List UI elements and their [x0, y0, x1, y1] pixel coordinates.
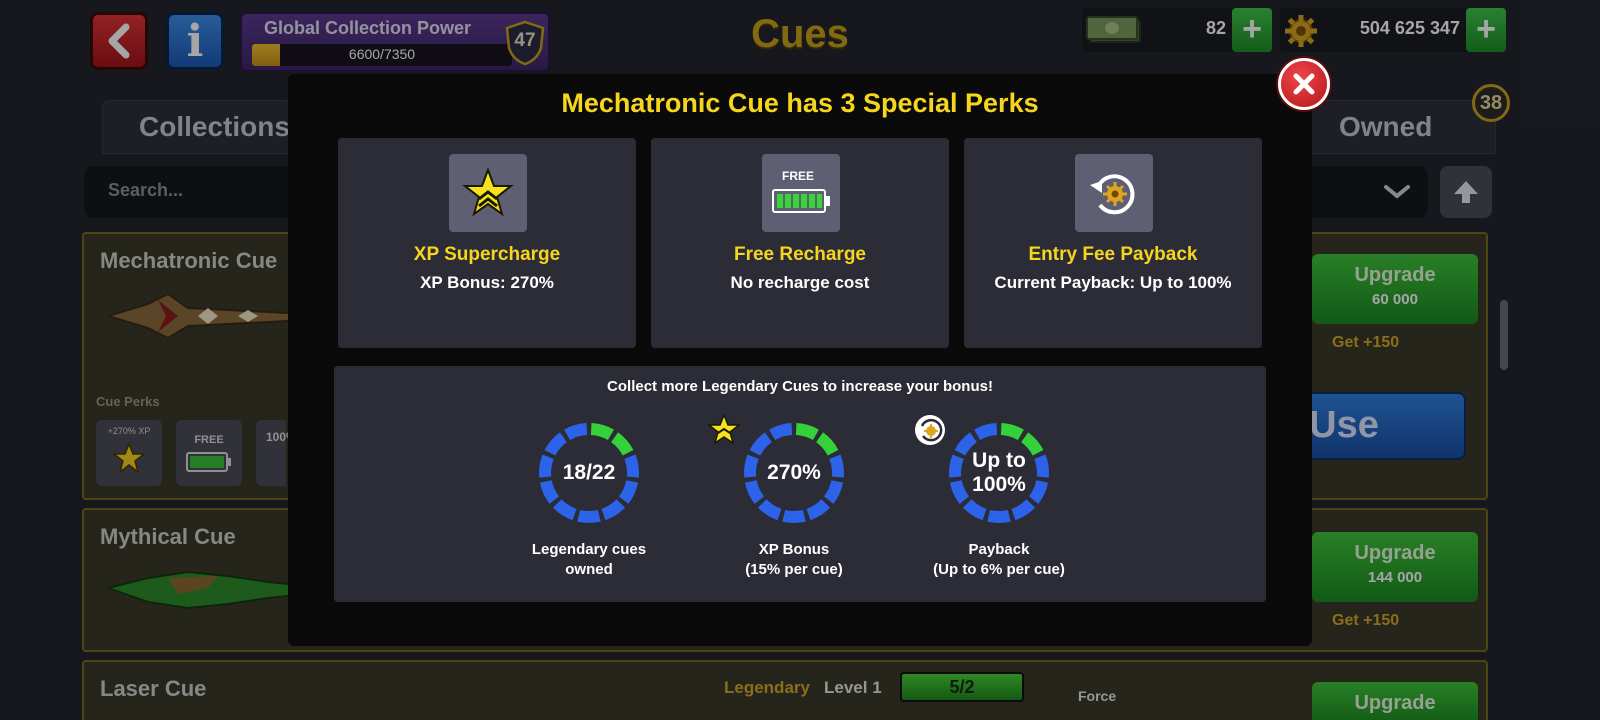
- bonus-stats-panel: Collect more Legendary Cues to increase …: [334, 366, 1266, 602]
- perk-name: Entry Fee Payback: [1028, 244, 1198, 265]
- payback-label-line1: Payback: [968, 541, 1030, 558]
- perks-modal: Mechatronic Cue has 3 Special Perks XP S…: [288, 74, 1312, 646]
- perk-card-xp-supercharge: XP Supercharge XP Bonus: 270%: [338, 138, 636, 348]
- ring-segment: [1000, 423, 1024, 441]
- ring-segment: [974, 423, 998, 441]
- perk-description: XP Bonus: 270%: [420, 273, 554, 292]
- ring-segment: [577, 509, 601, 523]
- ring-segment: [815, 432, 839, 456]
- stats-heading: Collect more Legendary Cues to increase …: [607, 378, 993, 395]
- perk-icon-box: FREE: [762, 154, 840, 232]
- ring-segment: [1011, 499, 1036, 521]
- ring-segment: [749, 432, 773, 456]
- free-label: FREE: [781, 169, 814, 183]
- ring-segment: [987, 509, 1011, 523]
- payback-label-line2: (Up to 6% per cue): [933, 561, 1065, 578]
- close-icon: [1293, 73, 1315, 95]
- payback-label: Payback (Up to 6% per cue): [899, 540, 1099, 580]
- legendary-owned-label-line2: owned: [565, 561, 613, 578]
- ring-segment: [795, 423, 819, 441]
- payback-value-line2: 100%: [972, 473, 1026, 496]
- perk-card-entry-fee-payback: Entry Fee Payback Current Payback: Up to…: [964, 138, 1262, 348]
- close-modal-button[interactable]: [1278, 58, 1330, 110]
- ring-segment: [806, 499, 831, 521]
- xp-bonus-label: XP Bonus (15% per cue): [694, 540, 894, 580]
- payback-icon: [915, 415, 945, 445]
- perk-description: No recharge cost: [730, 273, 870, 292]
- perk-description: Current Payback: Up to 100%: [994, 273, 1232, 292]
- ring-segment: [564, 423, 588, 441]
- modal-title: Mechatronic Cue has 3 Special Perks: [561, 88, 1039, 118]
- xp-bonus-label-line2: (15% per cue): [745, 561, 843, 578]
- ring-segment: [601, 499, 626, 521]
- perk-icon-box: [1075, 154, 1153, 232]
- xp-bonus-label-line1: XP Bonus: [758, 541, 830, 558]
- ring-segment: [552, 499, 577, 521]
- perk-icon-box: [449, 154, 527, 232]
- perk-card-free-recharge: FREE Free Recharge No recharge cost: [651, 138, 949, 348]
- xp-star-icon: [462, 167, 514, 217]
- payback-value-line1: Up to: [972, 449, 1026, 472]
- legendary-owned-value: 18/22: [562, 461, 616, 484]
- battery-icon: [772, 189, 830, 213]
- ring-segment: [544, 432, 568, 456]
- legendary-owned-label: Legendary cues owned: [489, 540, 689, 580]
- ring-segment: [769, 423, 793, 441]
- ring-segment: [590, 423, 614, 441]
- free-battery-icon: FREE: [770, 167, 832, 219]
- payback-value: Up to 100%: [944, 449, 1054, 497]
- ring-segment: [610, 432, 634, 456]
- xp-bonus-value: 270%: [767, 461, 821, 484]
- perk-name: XP Supercharge: [413, 244, 561, 265]
- xp-star-icon: [708, 414, 740, 445]
- payback-icon: [1090, 174, 1135, 215]
- ring-segment: [757, 499, 782, 521]
- ring-segment: [782, 509, 806, 523]
- legendary-owned-label-line1: Legendary cues: [531, 541, 647, 558]
- ring-segment: [962, 499, 987, 521]
- perk-name: Free Recharge: [733, 244, 866, 265]
